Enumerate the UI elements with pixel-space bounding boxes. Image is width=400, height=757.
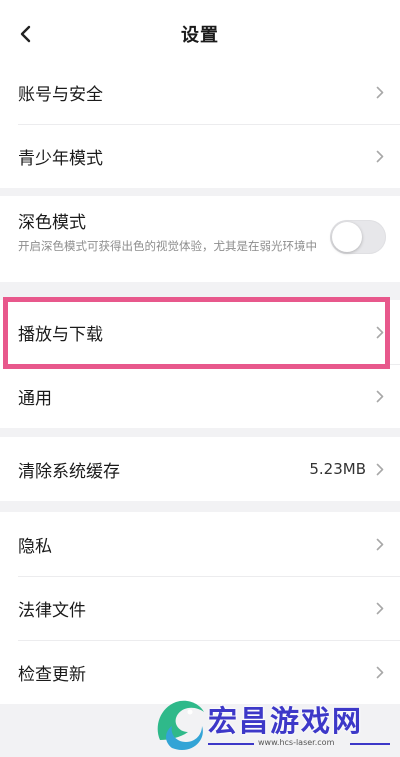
settings-item-general[interactable]: 通用 <box>0 364 400 428</box>
settings-item-playback-download[interactable]: 播放与下载 <box>0 300 400 364</box>
chevron-right-icon <box>374 84 386 100</box>
item-label: 清除系统缓存 <box>18 461 120 482</box>
settings-item-check-update[interactable]: 检查更新 <box>0 640 400 704</box>
chevron-right-icon <box>374 664 386 680</box>
dark-mode-section: 深色模式 开启深色模式可获得出色的视觉体验，尤其是在弱光环境中 <box>0 196 400 282</box>
settings-item-account-security[interactable]: 账号与安全 <box>0 60 400 124</box>
chevron-left-icon <box>20 25 31 43</box>
chevron-right-icon <box>374 536 386 552</box>
watermark-title: 宏昌游戏网 <box>208 704 364 738</box>
settings-item-legal[interactable]: 法律文件 <box>0 576 400 640</box>
settings-item-teen-mode[interactable]: 青少年模式 <box>0 124 400 188</box>
page-title: 设置 <box>181 25 219 46</box>
cache-section: 清除系统缓存 5.23MB <box>0 437 400 501</box>
item-label: 通用 <box>18 388 52 409</box>
item-label: 青少年模式 <box>18 148 103 169</box>
chevron-right-icon <box>374 148 386 164</box>
settings-item-privacy[interactable]: 隐私 <box>0 512 400 576</box>
status-bar <box>0 0 400 8</box>
item-label: 法律文件 <box>18 600 86 621</box>
nav-header: 设置 <box>0 8 400 60</box>
other-section: 隐私 法律文件 检查更新 <box>0 512 400 704</box>
item-label: 检查更新 <box>18 664 86 685</box>
chevron-right-icon <box>374 388 386 404</box>
dark-mode-toggle[interactable] <box>330 220 386 254</box>
watermark-rule-left <box>208 743 254 745</box>
back-button[interactable] <box>8 16 42 52</box>
watermark-rule-right <box>350 743 390 745</box>
chevron-right-icon <box>374 324 386 340</box>
settings-item-clear-cache[interactable]: 清除系统缓存 5.23MB <box>0 437 400 501</box>
item-label: 隐私 <box>18 536 52 557</box>
settings-item-dark-mode: 深色模式 开启深色模式可获得出色的视觉体验，尤其是在弱光环境中 <box>0 196 400 282</box>
account-section: 账号与安全 青少年模式 <box>0 60 400 188</box>
item-label: 账号与安全 <box>18 84 103 105</box>
cache-size-value: 5.23MB <box>309 460 366 478</box>
item-label: 深色模式 <box>18 213 86 233</box>
watermark-url: www.hcs-laser.com <box>258 738 335 747</box>
chevron-right-icon <box>374 461 386 477</box>
toggle-knob <box>332 222 362 252</box>
media-section: 播放与下载 通用 <box>0 300 400 428</box>
chevron-right-icon <box>374 600 386 616</box>
dark-mode-description: 开启深色模式可获得出色的视觉体验，尤其是在弱光环境中 <box>18 239 317 253</box>
item-label: 播放与下载 <box>18 324 103 345</box>
